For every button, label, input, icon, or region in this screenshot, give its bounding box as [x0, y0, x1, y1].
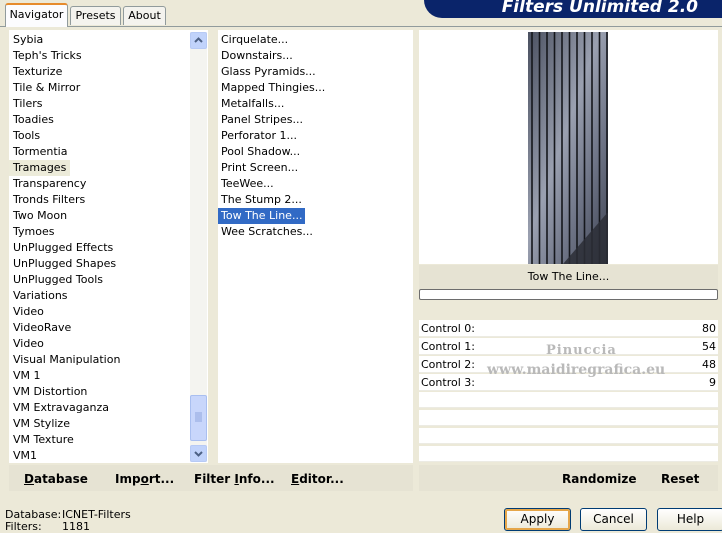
filter-item[interactable]: Pool Shadow... [218, 144, 303, 160]
filter-item[interactable]: TeeWee... [218, 176, 277, 192]
filter-item[interactable]: Downstairs... [218, 48, 296, 64]
control-2-value: 48 [702, 358, 716, 371]
progress-bar [419, 289, 718, 300]
filter-item[interactable]: Print Screen... [218, 160, 301, 176]
preview-spacer [419, 302, 718, 320]
category-item[interactable]: VM 1 [9, 368, 41, 384]
category-scrollbar[interactable] [190, 32, 207, 462]
status-filters-value: 1181 [62, 520, 90, 533]
control-4-slider [419, 392, 718, 408]
category-item[interactable]: VM Texture [9, 432, 74, 448]
category-item[interactable]: Video [9, 304, 44, 320]
tab-navigator[interactable]: Navigator [5, 3, 68, 27]
cancel-button[interactable]: Cancel [580, 508, 647, 531]
category-item[interactable]: Tools [9, 128, 40, 144]
control-5-slider [419, 410, 718, 426]
database-button[interactable]: Database [24, 472, 88, 486]
filter-item[interactable]: Wee Scratches... [218, 224, 316, 240]
grip-icon [195, 412, 202, 422]
help-button[interactable]: Help [657, 508, 722, 531]
filter-item[interactable]: Cirquelate... [218, 32, 291, 48]
category-item[interactable]: Two Moon [9, 208, 67, 224]
control-1-value: 54 [702, 340, 716, 353]
scroll-thumb[interactable] [190, 395, 207, 441]
apply-button[interactable]: Apply [504, 508, 571, 531]
scroll-up-button[interactable] [190, 32, 207, 49]
category-item[interactable]: Tormentia [9, 144, 67, 160]
category-item[interactable]: Visual Manipulation [9, 352, 120, 368]
control-0-slider[interactable]: Control 0: 80 [419, 320, 718, 337]
filter-item[interactable]: Panel Stripes... [218, 112, 306, 128]
preview-image [528, 32, 608, 264]
banner-title: Filters Unlimited 2.0 [424, 0, 722, 18]
watermark-name: Pinuccia [546, 343, 617, 358]
category-item[interactable]: Teph's Tricks [9, 48, 82, 64]
chevron-down-icon [194, 451, 203, 457]
category-item[interactable]: VM1 [9, 448, 37, 464]
category-item[interactable]: Transparency [9, 176, 86, 192]
category-item[interactable]: VM Stylize [9, 416, 70, 432]
import-button[interactable]: Import... [115, 472, 174, 486]
filter-item[interactable]: Mapped Thingies... [218, 80, 328, 96]
control-6-slider [419, 428, 718, 444]
category-item[interactable]: Video [9, 336, 44, 352]
preview-caption: Tow The Line... [419, 265, 718, 289]
tab-divider [0, 26, 722, 27]
category-item[interactable]: UnPlugged Shapes [9, 256, 116, 272]
category-item[interactable]: Tile & Mirror [9, 80, 80, 96]
scroll-down-button[interactable] [190, 445, 207, 462]
control-3-value: 9 [709, 376, 716, 389]
tab-presets[interactable]: Presets [70, 6, 121, 25]
category-item[interactable]: UnPlugged Effects [9, 240, 113, 256]
reset-button[interactable]: Reset [661, 472, 699, 486]
control-0-value: 80 [702, 322, 716, 335]
filter-item[interactable]: Perforator 1... [218, 128, 300, 144]
filter-item[interactable]: Tow The Line... [218, 208, 306, 224]
watermark-url: www.maidiregrafica.eu [487, 362, 666, 378]
randomize-button[interactable]: Randomize [562, 472, 636, 486]
filter-item[interactable]: Metalfalls... [218, 96, 287, 112]
chevron-up-icon [194, 37, 203, 43]
filter-item[interactable]: Glass Pyramids... [218, 64, 319, 80]
category-item[interactable]: UnPlugged Tools [9, 272, 103, 288]
category-item[interactable]: Toadies [9, 112, 54, 128]
category-item[interactable]: Texturize [9, 64, 62, 80]
editor-button[interactable]: Editor... [291, 472, 344, 486]
status-filters-label: Filters: [5, 520, 42, 533]
filter-info-button[interactable]: Filter Info... [194, 472, 275, 486]
category-item[interactable]: Variations [9, 288, 68, 304]
control-1-label: Control 1: [421, 340, 475, 353]
control-2-label: Control 2: [421, 358, 475, 371]
category-item[interactable]: VM Distortion [9, 384, 87, 400]
category-item[interactable]: Tilers [9, 96, 43, 112]
category-item[interactable]: Tramages [9, 160, 71, 176]
filter-item[interactable]: The Stump 2... [218, 192, 305, 208]
category-list[interactable]: Sybia Teph's Tricks Texturize Tile & Mirror… [9, 30, 208, 463]
category-item[interactable]: VideoRave [9, 320, 71, 336]
control-3-label: Control 3: [421, 376, 475, 389]
category-item[interactable]: Sybia [9, 32, 43, 48]
category-item[interactable]: Tymoes [9, 224, 54, 240]
tab-about[interactable]: About [123, 6, 166, 25]
filter-list[interactable]: Cirquelate... Downstairs... Glass Pyramids… [218, 30, 413, 463]
control-0-label: Control 0: [421, 322, 475, 335]
control-7-slider [419, 446, 718, 462]
category-item[interactable]: VM Extravaganza [9, 400, 109, 416]
preview-pane [419, 30, 718, 264]
category-item[interactable]: Tronds Filters [9, 192, 85, 208]
